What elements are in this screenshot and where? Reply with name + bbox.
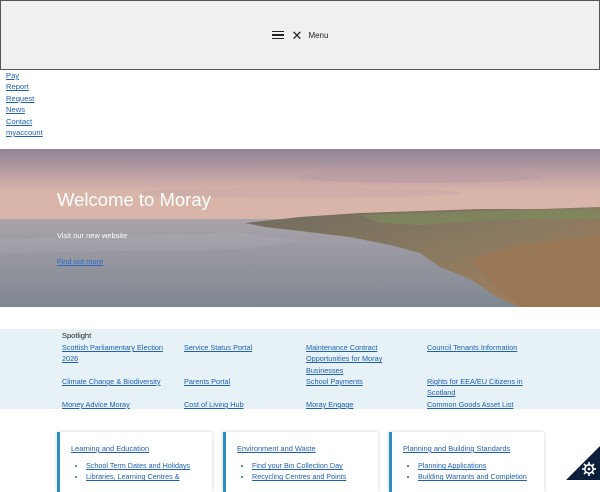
card-link-list: School Term Dates and Holidays Libraries… — [76, 460, 190, 483]
quick-link-contact[interactable]: Contact — [6, 117, 32, 126]
card-link-list: Planning Applications Building Warrants … — [408, 460, 527, 483]
cookie-settings-button[interactable] — [566, 446, 600, 480]
spotlight-link[interactable]: Cost of Living Hub — [184, 399, 302, 410]
card-environment-and-waste: Environment and Waste Find your Bin Coll… — [223, 432, 378, 492]
hero-title: Welcome to Moray — [57, 189, 211, 210]
spotlight-link[interactable]: Common Goods Asset List — [427, 399, 545, 410]
card-link[interactable]: Libraries, Learning Centres & — [86, 472, 180, 481]
quick-link-request[interactable]: Request — [6, 94, 34, 103]
card-link[interactable]: Find your Bin Collection Day — [252, 461, 343, 470]
quick-link-pay[interactable]: Pay — [6, 71, 19, 80]
hamburger-icon — [271, 30, 284, 40]
spotlight-title: Spotlight — [62, 331, 92, 340]
header-menu-bar: ✕ Menu — [0, 0, 600, 70]
quick-links: Pay Report Request News Contact myaccoun… — [6, 70, 43, 138]
spotlight-link[interactable]: Climate Change & Biodiversity — [62, 376, 180, 387]
menu-label: Menu — [308, 30, 329, 40]
spotlight-link[interactable]: Money Advice Moray — [62, 399, 180, 410]
spotlight-link[interactable]: Scottish Parliamentary Election 2026 — [62, 342, 180, 365]
card-link[interactable]: Recycling Centres and Points — [252, 472, 346, 481]
card-link[interactable]: School Term Dates and Holidays — [86, 461, 190, 470]
menu-button[interactable]: ✕ Menu — [271, 27, 329, 43]
card-learning-and-education: Learning and Education School Term Dates… — [57, 432, 212, 492]
card-title-link[interactable]: Environment and Waste — [237, 444, 316, 453]
quick-link-report[interactable]: Report — [6, 82, 29, 91]
hero-subtitle: Visit our new website — [57, 231, 128, 240]
hero-find-out-more-link[interactable]: Find out more — [57, 257, 103, 266]
card-title-link[interactable]: Learning and Education — [71, 444, 149, 453]
hero-banner — [0, 149, 600, 307]
spotlight-link[interactable]: Rights for EEA/EU Citizens in Scotland — [427, 376, 527, 399]
card-link-list: Find your Bin Collection Day Recycling C… — [242, 460, 346, 483]
spotlight-link[interactable]: Council Tenants Information — [427, 342, 545, 353]
spotlight-link[interactable]: Service Status Portal — [184, 342, 302, 353]
quick-link-myaccount[interactable]: myaccount — [6, 128, 43, 137]
card-title-link[interactable]: Planning and Building Standards — [403, 444, 510, 453]
close-icon: ✕ — [291, 27, 303, 43]
spotlight-link[interactable]: School Payments — [306, 376, 424, 387]
spotlight-link[interactable]: Moray Engage — [306, 399, 424, 410]
gear-icon — [582, 462, 596, 476]
quick-link-news[interactable]: News — [6, 105, 25, 114]
spotlight-link[interactable]: Maintenance Contract Opportunities for M… — [306, 342, 406, 376]
card-link[interactable]: Building Warrants and Completion — [418, 472, 527, 481]
spotlight-link[interactable]: Parents Portal — [184, 376, 302, 387]
card-link[interactable]: Planning Applications — [418, 461, 486, 470]
hero-coastline-image — [0, 149, 600, 307]
card-planning-and-building-standards: Planning and Building Standards Planning… — [389, 432, 544, 492]
